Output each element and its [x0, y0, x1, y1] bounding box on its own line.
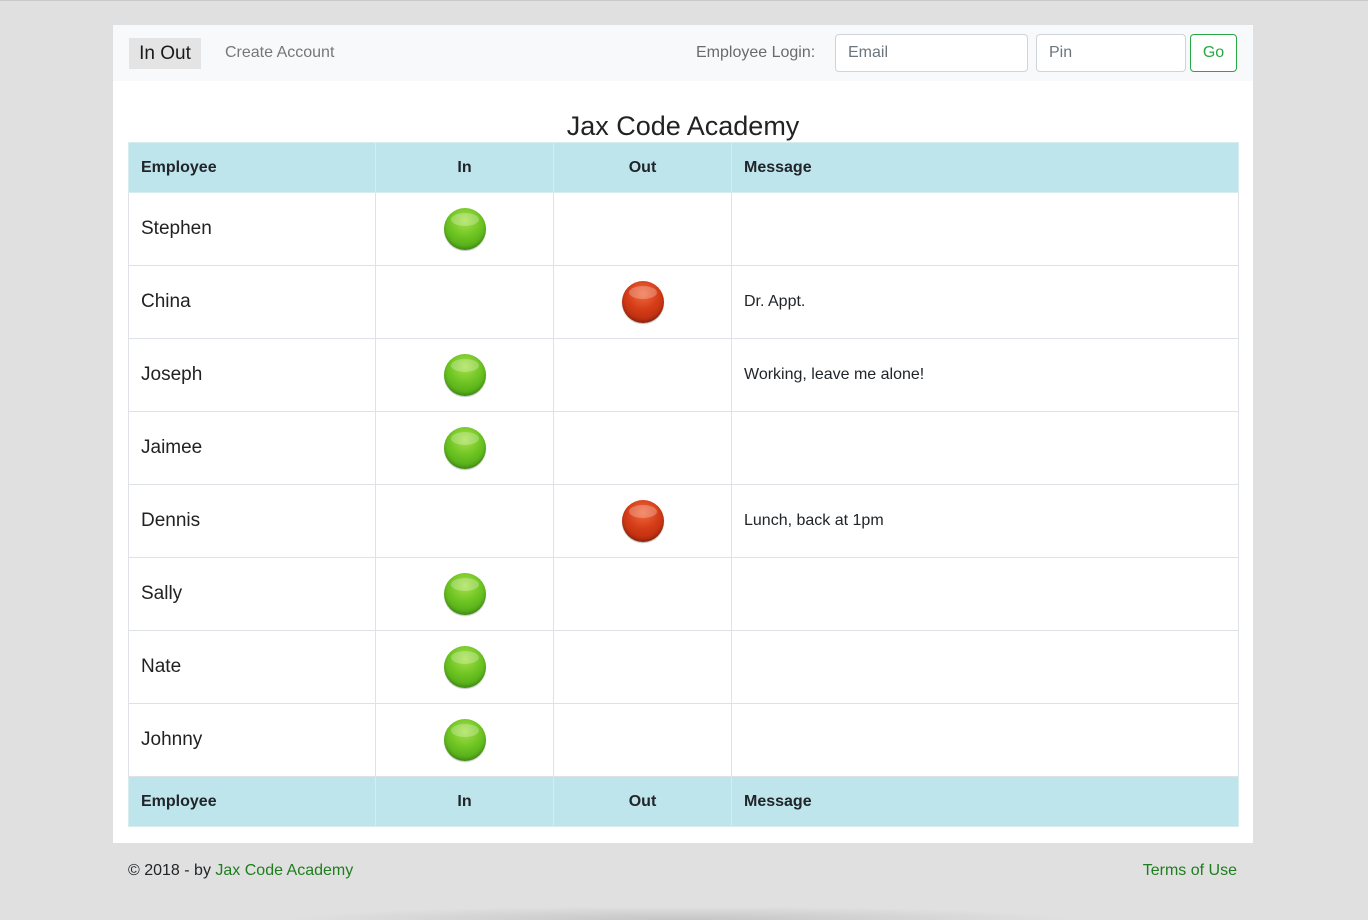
table-row: Stephen [128, 192, 1239, 266]
footer-message: Message [731, 776, 1239, 827]
out-cell [553, 265, 732, 339]
message-cell: Dr. Appt. [731, 265, 1239, 339]
table-row: Nate [128, 630, 1239, 704]
table-footer: Employee In Out Message [128, 776, 1239, 827]
bottom-shadow [280, 906, 1080, 920]
employee-name: China [128, 265, 376, 339]
message-cell [731, 411, 1239, 485]
status-in-icon [443, 646, 486, 688]
table-row: Sally [128, 557, 1239, 631]
in-cell [375, 192, 554, 266]
table-row: Dennis Lunch, back at 1pm [128, 484, 1239, 558]
table-header: Employee In Out Message [128, 142, 1239, 193]
status-in-icon [443, 354, 486, 396]
table-row: China Dr. Appt. [128, 265, 1239, 339]
out-cell [553, 703, 732, 777]
message-cell [731, 703, 1239, 777]
page-title: Jax Code Academy [566, 111, 800, 142]
navbar: In Out Create Account Employee Login: Go [113, 25, 1253, 81]
employee-name: Dennis [128, 484, 376, 558]
in-cell [375, 338, 554, 412]
out-cell [553, 411, 732, 485]
footer-employee: Employee [128, 776, 376, 827]
header-message: Message [731, 142, 1239, 193]
in-cell [375, 265, 554, 339]
brand-link[interactable]: In Out [129, 38, 201, 69]
pin-input[interactable] [1036, 34, 1186, 72]
status-in-icon [443, 719, 486, 761]
status-out-icon [621, 500, 664, 542]
out-cell [553, 557, 732, 631]
header-in: In [375, 142, 554, 193]
employee-name: Johnny [128, 703, 376, 777]
table-row: Johnny [128, 703, 1239, 777]
employee-name: Joseph [128, 338, 376, 412]
status-in-icon [443, 573, 486, 615]
academy-link[interactable]: Jax Code Academy [215, 862, 353, 879]
copyright-text: © 2018 - by Jax Code Academy [128, 861, 353, 881]
out-cell [553, 630, 732, 704]
message-cell [731, 192, 1239, 266]
status-in-icon [443, 427, 486, 469]
email-input[interactable] [835, 34, 1028, 72]
terms-of-use-link[interactable]: Terms of Use [1143, 861, 1237, 881]
status-out-icon [621, 281, 664, 323]
message-cell [731, 630, 1239, 704]
table-row: Jaimee [128, 411, 1239, 485]
out-cell [553, 338, 732, 412]
footer-in: In [375, 776, 554, 827]
employee-name: Sally [128, 557, 376, 631]
header-employee: Employee [128, 142, 376, 193]
create-account-link[interactable]: Create Account [225, 43, 334, 63]
in-cell [375, 411, 554, 485]
status-in-icon [443, 208, 486, 250]
window-top-border [0, 0, 1368, 1]
message-cell: Working, leave me alone! [731, 338, 1239, 412]
table-row: Joseph Working, leave me alone! [128, 338, 1239, 412]
copyright-prefix: © 2018 - by [128, 862, 216, 879]
message-cell: Lunch, back at 1pm [731, 484, 1239, 558]
employee-status-table: Employee In Out Message Stephen China Dr. … [128, 142, 1239, 827]
out-cell [553, 192, 732, 266]
main-container: In Out Create Account Employee Login: Go… [113, 25, 1253, 843]
message-cell [731, 557, 1239, 631]
in-cell [375, 630, 554, 704]
employee-name: Nate [128, 630, 376, 704]
go-button[interactable]: Go [1190, 34, 1237, 72]
employee-login-label: Employee Login: [696, 44, 816, 61]
out-cell [553, 484, 732, 558]
header-out: Out [553, 142, 732, 193]
in-cell [375, 703, 554, 777]
in-cell [375, 484, 554, 558]
in-cell [375, 557, 554, 631]
table-body: Stephen China Dr. Appt. Joseph Working, leav… [128, 192, 1239, 777]
footer-out: Out [553, 776, 732, 827]
employee-name: Jaimee [128, 411, 376, 485]
employee-name: Stephen [128, 192, 376, 266]
